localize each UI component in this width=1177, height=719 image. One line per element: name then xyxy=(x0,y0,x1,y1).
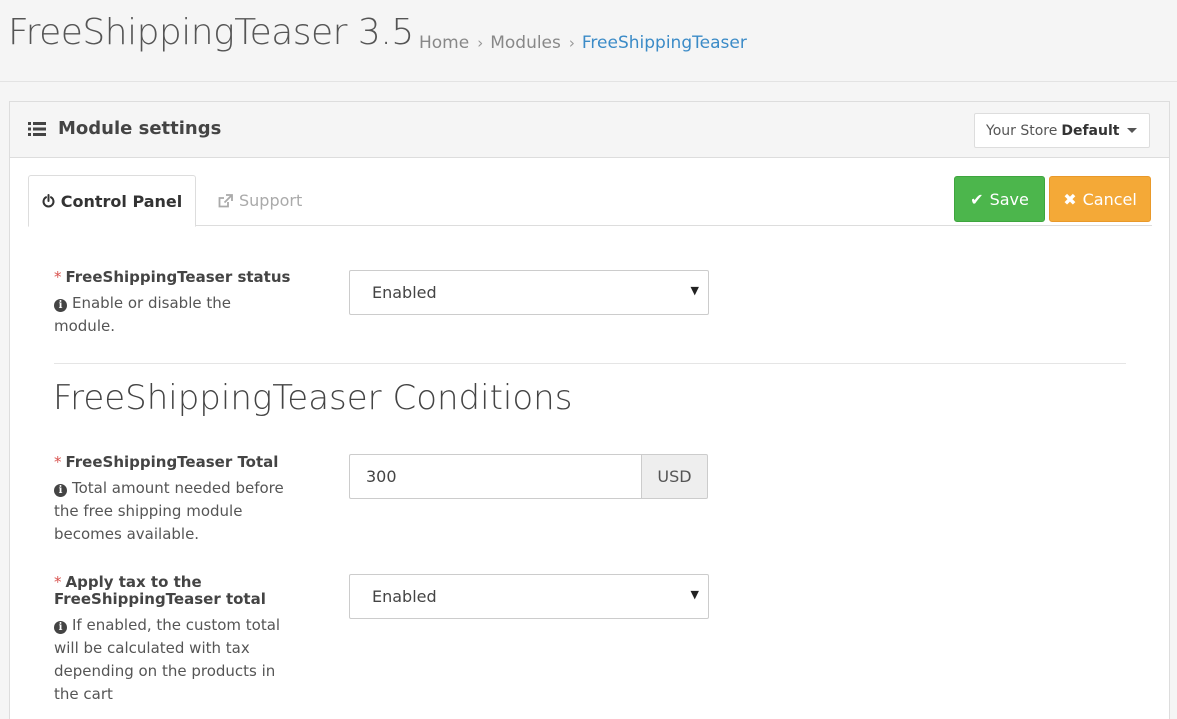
store-selector-prefix: Your Store xyxy=(986,122,1058,139)
list-icon xyxy=(28,121,46,136)
close-icon: ✖ xyxy=(1063,189,1077,209)
status-field: * FreeShippingTeaser status i Enable or di… xyxy=(54,269,290,338)
total-label-text: FreeShippingTeaser Total xyxy=(65,453,279,471)
tax-help: i If enabled, the custom total will be ca… xyxy=(54,614,294,706)
tax-label: * Apply tax to the FreeShippingTeaser tot… xyxy=(54,574,284,608)
dropdown-arrow-icon: ▼ xyxy=(690,588,699,601)
info-icon: i xyxy=(54,299,67,312)
status-select[interactable]: Enabled ▼ xyxy=(349,270,709,315)
store-selector-value: Default xyxy=(1061,122,1120,139)
caret-down-icon xyxy=(1127,128,1138,133)
status-help-text: Enable or disable the module. xyxy=(54,294,231,335)
external-link-icon xyxy=(218,193,233,207)
dropdown-arrow-icon: ▼ xyxy=(690,284,699,297)
tax-field: * Apply tax to the FreeShippingTeaser tot… xyxy=(54,574,294,706)
module-settings-panel: Module settings Your Store Default Contr… xyxy=(9,101,1170,719)
breadcrumb-home[interactable]: Home xyxy=(419,33,469,53)
breadcrumb-separator: › xyxy=(568,34,575,52)
power-icon xyxy=(42,194,55,208)
status-select-value: Enabled xyxy=(372,283,437,302)
tab-support[interactable]: Support xyxy=(218,175,302,226)
tax-help-text: If enabled, the custom total will be cal… xyxy=(54,616,281,703)
status-label: * FreeShippingTeaser status xyxy=(54,269,290,286)
divider xyxy=(54,363,1126,364)
page-title: FreeShippingTeaser 3.5 xyxy=(8,12,414,53)
breadcrumb-current[interactable]: FreeShippingTeaser xyxy=(582,33,747,53)
section-title: FreeShippingTeaser Conditions xyxy=(53,378,573,418)
total-label: * FreeShippingTeaser Total xyxy=(54,454,299,471)
page-header: FreeShippingTeaser 3.5 Home › Modules › … xyxy=(0,0,1177,82)
status-help: i Enable or disable the module. xyxy=(54,292,284,338)
status-label-text: FreeShippingTeaser status xyxy=(65,268,291,286)
check-icon: ✔ xyxy=(970,189,984,209)
breadcrumb-modules[interactable]: Modules xyxy=(490,33,561,53)
total-input-group: 300 USD xyxy=(349,454,708,499)
panel-title-text: Module settings xyxy=(58,118,222,139)
save-button-label: Save xyxy=(989,189,1029,209)
info-icon: i xyxy=(54,621,67,634)
tab-control-panel-label: Control Panel xyxy=(60,191,183,211)
tab-control-panel[interactable]: Control Panel xyxy=(28,175,196,227)
total-help-text: Total amount needed before the free ship… xyxy=(54,479,284,543)
info-icon: i xyxy=(54,484,67,497)
panel-title: Module settings xyxy=(28,118,221,139)
currency-addon: USD xyxy=(641,454,708,499)
tax-select-value: Enabled xyxy=(372,587,437,606)
store-selector[interactable]: Your Store Default xyxy=(974,113,1150,148)
save-button[interactable]: ✔ Save xyxy=(954,176,1045,222)
breadcrumb: Home › Modules › FreeShippingTeaser xyxy=(419,33,747,53)
total-field: * FreeShippingTeaser Total i Total amount … xyxy=(54,454,299,546)
total-help: i Total amount needed before the free shi… xyxy=(54,477,299,546)
tax-select[interactable]: Enabled ▼ xyxy=(349,574,709,619)
cancel-button[interactable]: ✖ Cancel xyxy=(1049,176,1151,222)
tax-label-text: Apply tax to the FreeShippingTeaser tota… xyxy=(54,573,266,608)
required-marker: * xyxy=(54,268,62,286)
breadcrumb-separator: › xyxy=(477,34,484,52)
cancel-button-label: Cancel xyxy=(1082,189,1137,209)
total-input[interactable]: 300 xyxy=(349,454,641,499)
tab-support-label: Support xyxy=(239,191,303,210)
required-marker: * xyxy=(54,453,62,471)
panel-heading: Module settings Your Store Default xyxy=(10,102,1169,158)
required-marker: * xyxy=(54,573,62,591)
